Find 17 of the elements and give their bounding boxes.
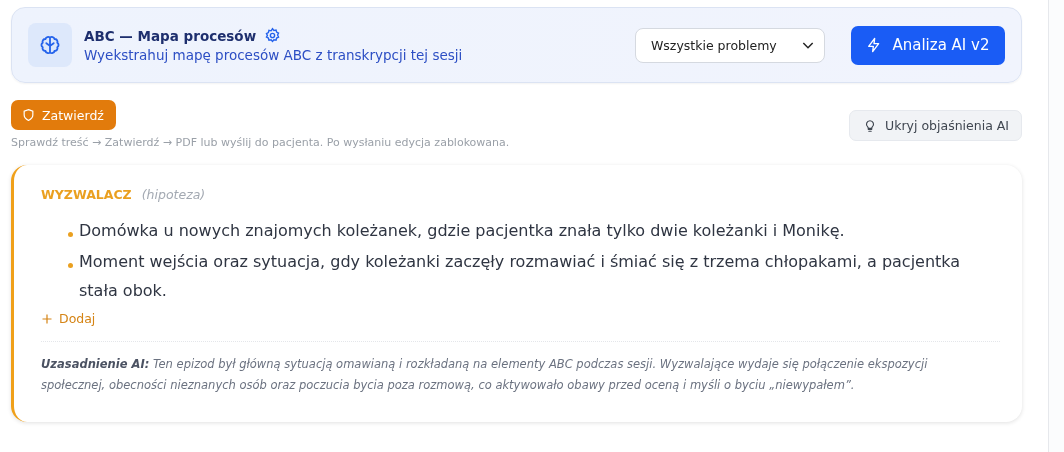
filter-dropdown[interactable]: Wszystkie problemy (635, 27, 825, 63)
workflow-hint: Sprawdź treść → Zatwierdź → PDF lub wyślij do pacjenta. Po wysłaniu edycja zablokowana. (11, 136, 510, 149)
trigger-item[interactable]: Domówka u nowych znajomych koleżanek, gdzie pacjentka znała tylko dwie koleżanki i Monikę. (79, 216, 845, 245)
panel-title: ABC — Mapa procesów (84, 27, 257, 44)
bullet-icon (68, 263, 73, 268)
shield-icon (22, 108, 35, 122)
hide-explanations-button[interactable]: Ukryj objaśnienia AI (849, 110, 1022, 141)
settings-icon[interactable] (264, 27, 282, 44)
hypothesis-label: (hipoteza) (141, 187, 206, 202)
section-title: WYZWALACZ (41, 187, 132, 202)
bullet-icon (68, 232, 73, 237)
analyze-button[interactable]: Analiza AI v2 (851, 25, 1005, 65)
plus-icon (41, 312, 53, 325)
brain-icon (28, 23, 72, 67)
panel-subtitle: Wyekstrahuj mapę procesów ABC z transkrypcji tej sesji (84, 47, 464, 63)
trigger-item[interactable]: Moment wejścia oraz sytuacja, gdy koleżanki zaczęły rozmawiać i śmiać się z trzema chłopakami, a pacjentka stała obok. (79, 247, 1000, 305)
ai-explanation: Uzasadnienie AI: Ten epizod był główną sytuacją omawianą i rozkładaną na elementy ABC podczas sesji. Wyzwalające wydaje się połączenie ekspozycji społecznej, obecności nieznanych osób oraz poczucia bycia poza rozmową, co aktywowało obawy przed oceną i myśli o byciu „niewypałem”. (41, 356, 929, 394)
